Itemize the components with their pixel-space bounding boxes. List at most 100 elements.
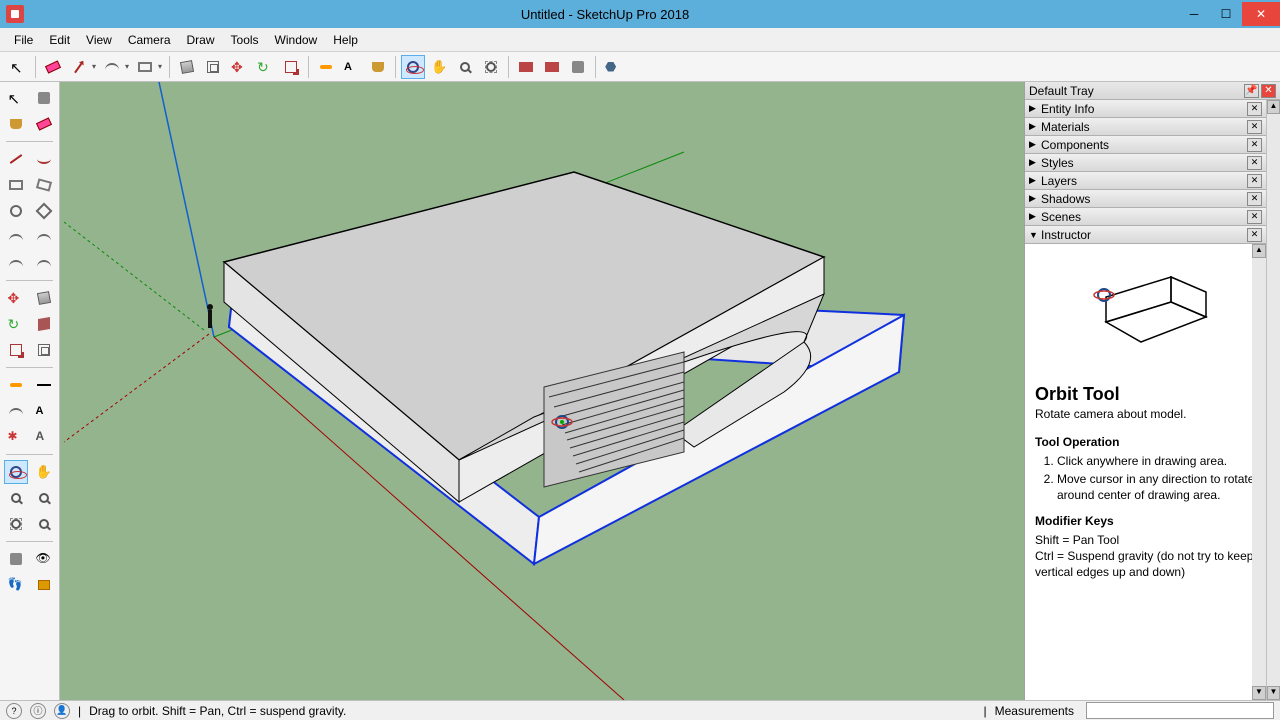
previous-view-button[interactable] <box>32 512 56 536</box>
close-button[interactable]: ✕ <box>1242 2 1280 26</box>
shape-button[interactable] <box>133 55 157 79</box>
3dtext-button[interactable] <box>32 425 56 449</box>
panel-entity-info[interactable]: ▶Entity Info✕ <box>1025 100 1266 118</box>
panel-shadows[interactable]: ▶Shadows✕ <box>1025 190 1266 208</box>
zoom-extents-left-button[interactable] <box>4 512 28 536</box>
zoom-button[interactable] <box>453 55 477 79</box>
panel-close-icon[interactable]: ✕ <box>1247 174 1262 188</box>
menu-file[interactable]: File <box>6 30 41 50</box>
measurements-input[interactable] <box>1086 702 1274 719</box>
instructor-scrollbar[interactable]: ▲ ▼ <box>1252 244 1266 700</box>
make-component-button[interactable] <box>32 86 56 110</box>
tray-scrollbar[interactable]: ▲ ▼ <box>1266 100 1280 700</box>
menu-view[interactable]: View <box>78 30 120 50</box>
orbit-left-button[interactable] <box>4 460 28 484</box>
offset-button[interactable] <box>201 55 225 79</box>
axes-button[interactable] <box>4 425 28 449</box>
minimize-button[interactable]: ─ <box>1178 2 1210 26</box>
panel-scenes[interactable]: ▶Scenes✕ <box>1025 208 1266 226</box>
panel-close-icon[interactable]: ✕ <box>1247 192 1262 206</box>
tape-left-button[interactable] <box>4 373 28 397</box>
panel-close-icon[interactable]: ✕ <box>1247 210 1262 224</box>
paint-button[interactable] <box>366 55 390 79</box>
pan-left-button[interactable] <box>32 460 56 484</box>
panel-styles[interactable]: ▶Styles✕ <box>1025 154 1266 172</box>
panel-instructor[interactable]: ▼Instructor✕ <box>1025 226 1266 244</box>
offset-left-button[interactable] <box>32 338 56 362</box>
text-button[interactable] <box>340 55 364 79</box>
panel-close-icon[interactable]: ✕ <box>1247 228 1262 242</box>
previous-icon <box>39 519 49 529</box>
menu-camera[interactable]: Camera <box>120 30 179 50</box>
rotate-left-button[interactable] <box>4 312 28 336</box>
default-tray: Default Tray 📌 ✕ ▶Entity Info✕ ▶Material… <box>1024 82 1280 700</box>
walk-button[interactable] <box>4 573 28 597</box>
line-left-button[interactable] <box>4 147 28 171</box>
orbit-button[interactable] <box>401 55 425 79</box>
look-around-button[interactable] <box>32 547 56 571</box>
dimension-button[interactable] <box>32 373 56 397</box>
section-button[interactable] <box>32 573 56 597</box>
pie-button[interactable] <box>32 251 56 275</box>
followme-button[interactable] <box>32 312 56 336</box>
extension-warehouse-button[interactable] <box>566 55 590 79</box>
pan-button[interactable] <box>427 55 451 79</box>
select-button[interactable] <box>4 86 28 110</box>
profile-icon[interactable]: 👤 <box>54 703 70 719</box>
maximize-button[interactable]: ☐ <box>1210 2 1242 26</box>
menu-help[interactable]: Help <box>325 30 366 50</box>
panel-close-icon[interactable]: ✕ <box>1247 156 1262 170</box>
zoom-window-button[interactable] <box>32 486 56 510</box>
menu-window[interactable]: Window <box>267 30 326 50</box>
menu-tools[interactable]: Tools <box>223 30 267 50</box>
line-button[interactable] <box>67 55 91 79</box>
instructor-modifier: Ctrl = Suspend gravity (do not try to ke… <box>1035 548 1256 580</box>
panel-layers[interactable]: ▶Layers✕ <box>1025 172 1266 190</box>
scale-button[interactable] <box>279 55 303 79</box>
rectangle-button[interactable] <box>4 173 28 197</box>
3pt-arc-button[interactable] <box>4 251 28 275</box>
share-button[interactable] <box>540 55 564 79</box>
rotate-button[interactable] <box>253 55 277 79</box>
zoom-left-button[interactable] <box>4 486 28 510</box>
paint-bucket-button[interactable] <box>4 112 28 136</box>
freehand-button[interactable] <box>32 147 56 171</box>
drawing-viewport[interactable] <box>60 82 1024 700</box>
position-camera-button[interactable] <box>4 547 28 571</box>
move-left-button[interactable] <box>4 286 28 310</box>
eraser-button[interactable] <box>41 55 65 79</box>
panel-close-icon[interactable]: ✕ <box>1247 120 1262 134</box>
credits-icon[interactable]: ⓘ <box>30 703 46 719</box>
rotated-rect-button[interactable] <box>32 173 56 197</box>
menu-edit[interactable]: Edit <box>41 30 78 50</box>
circle-button[interactable] <box>4 199 28 223</box>
scale-left-button[interactable] <box>4 338 28 362</box>
menu-draw[interactable]: Draw <box>179 30 223 50</box>
extension-manager-button[interactable] <box>601 55 625 79</box>
geolocation-icon[interactable]: ? <box>6 703 22 719</box>
warehouse-button[interactable] <box>514 55 538 79</box>
pushpull-left-button[interactable] <box>32 286 56 310</box>
pushpull-button[interactable] <box>175 55 199 79</box>
zoom-extents-button[interactable] <box>479 55 503 79</box>
panel-components[interactable]: ▶Components✕ <box>1025 136 1266 154</box>
tape-button[interactable] <box>314 55 338 79</box>
eraser-left-button[interactable] <box>32 112 56 136</box>
select-tool-button[interactable] <box>6 55 30 79</box>
move-button[interactable] <box>227 55 251 79</box>
eraser-icon <box>45 60 61 73</box>
tray-pin-button[interactable]: 📌 <box>1244 84 1259 98</box>
polygon-button[interactable] <box>32 199 56 223</box>
tray-close-button[interactable]: ✕ <box>1261 84 1276 98</box>
2pt-arc-button[interactable] <box>32 225 56 249</box>
text-left-button[interactable] <box>32 399 56 423</box>
panel-close-icon[interactable]: ✕ <box>1247 102 1262 116</box>
arc-left-button[interactable] <box>4 225 28 249</box>
panel-close-icon[interactable]: ✕ <box>1247 138 1262 152</box>
panel-materials[interactable]: ▶Materials✕ <box>1025 118 1266 136</box>
pie-icon <box>37 260 51 267</box>
protractor-button[interactable] <box>4 399 28 423</box>
dimension-icon <box>37 384 51 386</box>
arc-button[interactable] <box>100 55 124 79</box>
camera-icon <box>10 553 22 565</box>
